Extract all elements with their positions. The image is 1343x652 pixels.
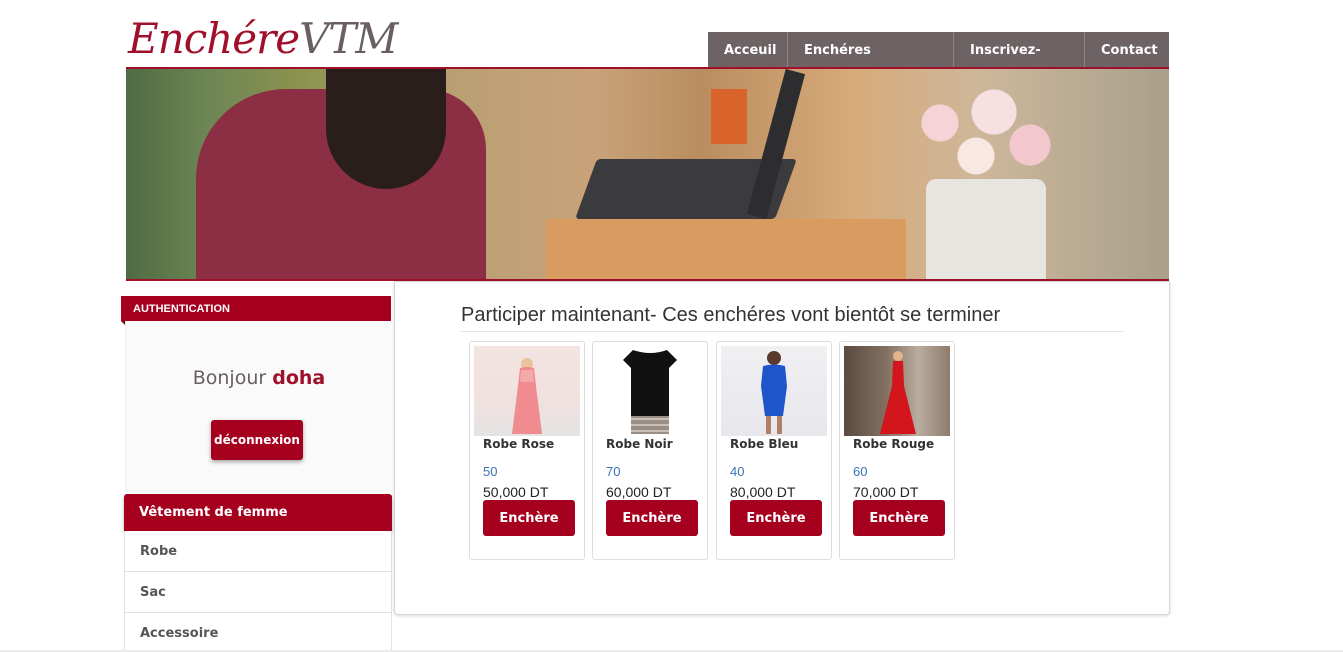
nav-item-acceuil[interactable]: Acceuil xyxy=(708,32,788,68)
product-name: Robe Rose xyxy=(483,437,555,451)
banner-flowers xyxy=(886,79,1066,189)
product-card: Robe Rose 50 50,000 DT Enchère xyxy=(469,341,585,560)
category-item-sac[interactable]: Sac xyxy=(124,572,392,613)
product-amount: 70,000 DT xyxy=(853,484,919,500)
product-name: Robe Rouge xyxy=(853,437,935,451)
product-card: Robe Rouge 60 70,000 DT Enchère xyxy=(839,341,955,560)
product-card: Robe Noir 70 60,000 DT Enchère xyxy=(592,341,708,560)
nav-item-encheres-terminees[interactable]: Enchéres terminées xyxy=(788,32,954,95)
category-list: Robe Sac Accessoire xyxy=(124,531,392,652)
section-divider xyxy=(461,331,1123,332)
banner-desk xyxy=(546,219,906,279)
product-amount: 60,000 DT xyxy=(606,484,672,500)
bid-button[interactable]: Enchère xyxy=(853,500,945,536)
product-name: Robe Noir xyxy=(606,437,673,451)
product-image[interactable] xyxy=(844,346,950,436)
product-amount: 80,000 DT xyxy=(730,484,796,500)
banner-cup xyxy=(711,89,747,144)
product-amount: 50,000 DT xyxy=(483,484,549,500)
auth-header: AUTHENTICATION xyxy=(121,296,391,326)
product-price: 40 xyxy=(730,464,745,479)
banner-vase xyxy=(926,179,1046,279)
greeting: Bonjour doha xyxy=(126,367,392,389)
logo-text-part1: Enchére xyxy=(128,14,300,63)
product-price: 60 xyxy=(853,464,868,479)
banner-hair xyxy=(326,69,446,189)
category-item-accessoire[interactable]: Accessoire xyxy=(124,613,392,652)
section-title: Participer maintenant- Ces enchéres vont… xyxy=(461,304,1001,326)
auth-box: Bonjour doha xyxy=(125,321,391,491)
product-price: 50 xyxy=(483,464,498,479)
category-header[interactable]: Vêtement de femme xyxy=(124,494,392,531)
product-card: Robe Bleu 40 80,000 DT Enchère xyxy=(716,341,832,560)
product-name: Robe Bleu xyxy=(730,437,799,451)
bid-button[interactable]: Enchère xyxy=(606,500,698,536)
logo-text-part2: VTM xyxy=(299,14,398,63)
bid-button[interactable]: Enchère xyxy=(730,500,822,536)
product-image[interactable] xyxy=(721,346,827,436)
greeting-text: Bonjour xyxy=(192,367,267,389)
nav-item-inscrivez-vous[interactable]: Inscrivez-vous xyxy=(954,32,1085,95)
bid-button[interactable]: Enchère xyxy=(483,500,575,536)
username: doha xyxy=(272,367,326,389)
logout-button[interactable]: déconnexion xyxy=(211,420,303,460)
site-logo[interactable]: EnchéreVTM xyxy=(128,14,398,63)
product-image[interactable] xyxy=(474,346,580,436)
nav-item-contact[interactable]: Contact xyxy=(1085,32,1169,68)
category-item-robe[interactable]: Robe xyxy=(124,531,392,572)
main-nav: Acceuil Enchéres terminées Inscrivez-vou… xyxy=(708,32,1169,95)
hero-banner-image xyxy=(126,67,1169,281)
product-image[interactable] xyxy=(597,346,703,436)
product-price: 70 xyxy=(606,464,621,479)
